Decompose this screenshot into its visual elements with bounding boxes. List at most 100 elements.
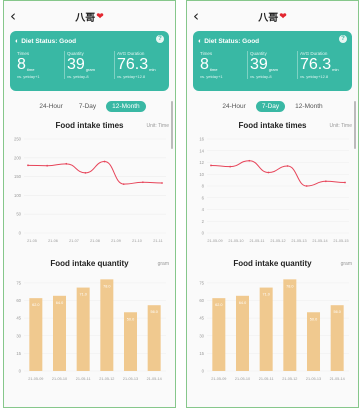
data-point: [305, 185, 308, 187]
metric-label: Quantity: [250, 51, 267, 56]
y-tick-label: 45: [199, 316, 204, 321]
metric-compare: vs. yetday+12.8: [300, 74, 329, 79]
metric-quantity: Quantity 39 gram vs. yetday-8: [64, 51, 114, 79]
metric-unit: min: [149, 67, 156, 72]
data-label: 78.0: [103, 284, 110, 288]
metric-value: 39: [250, 56, 268, 73]
moon-icon: ◐: [15, 37, 20, 45]
y-tick-label: 150: [14, 174, 22, 179]
metric-label: AVG Duration: [117, 51, 145, 56]
x-tick-label: 21-05-14: [330, 377, 345, 381]
data-point: [65, 162, 68, 165]
quantity-chart-header: Food intake quantity gram: [4, 257, 175, 271]
y-tick-label: 200: [14, 155, 22, 160]
metric-compare: vs. yetday+1: [17, 74, 40, 79]
metric-quantity: Quantity 39 gram vs. yetday-8: [247, 51, 297, 79]
data-point: [161, 182, 163, 184]
y-tick-label: 0: [19, 369, 22, 374]
period-tabs: 24-Hour 7-Day 12-Month: [187, 99, 358, 113]
x-tick-label: 21-05: [27, 239, 37, 243]
data-label: 71.0: [79, 293, 86, 297]
bar: [259, 287, 273, 371]
metric-unit: time: [209, 67, 218, 72]
quantity-chart-unit: gram: [340, 261, 352, 267]
quantity-chart-header: Food intake quantity gram: [187, 257, 358, 271]
y-tick-label: 30: [199, 333, 204, 338]
bar: [283, 279, 297, 371]
tab-24-hour[interactable]: 24-Hour: [216, 101, 251, 112]
nav-bar: ‹ 八哥 ❤: [187, 6, 358, 27]
metric-label: Times: [17, 51, 30, 56]
tab-12-month[interactable]: 12-Month: [289, 101, 328, 112]
tab-12-month[interactable]: 12-Month: [106, 100, 146, 112]
diet-status-card: ◐ Diet Status : Good ? Times 8 time vs. …: [193, 31, 352, 91]
data-point: [84, 171, 87, 174]
y-tick-label: 50: [16, 212, 21, 217]
times-chart-header: Food intake times Unit: Time: [187, 119, 358, 133]
x-tick-label: 21-07: [69, 239, 79, 243]
data-point: [122, 183, 125, 186]
x-tick-label: 21-05-14: [147, 377, 162, 381]
metric-label: AVG Duration: [300, 51, 328, 56]
scrollbar[interactable]: [171, 101, 173, 149]
data-point: [103, 160, 106, 163]
metric-value: 76.3: [117, 56, 149, 73]
y-tick-label: 6: [202, 195, 205, 200]
phone-screen-12-month: ‹ 八哥 ❤ ◐ Diet Status : Good ? Times 8 ti…: [3, 0, 176, 408]
times-chart-unit: Unit: Time: [329, 123, 352, 129]
metric-avg-duration: AVG Duration 76.3 min vs. yetday+12.8: [114, 51, 164, 79]
times-chart-header: Food intake times Unit: Time: [4, 119, 175, 133]
status-value: Good: [242, 37, 260, 45]
diet-status-card: ◐ Diet Status : Good ? Times 8 time vs. …: [10, 31, 169, 91]
help-icon[interactable]: ?: [339, 35, 347, 43]
nav-bar: ‹ 八哥 ❤: [4, 6, 175, 27]
metric-value: 76.3: [300, 56, 332, 73]
data-label: 64.0: [239, 301, 246, 305]
y-tick-label: 8: [202, 184, 205, 189]
tab-24-hour[interactable]: 24-Hour: [33, 101, 68, 112]
tab-7-day[interactable]: 7-Day: [73, 101, 102, 112]
metric-times: Times 8 time vs. yetday+1: [198, 51, 247, 79]
metric-value: 8: [200, 56, 209, 73]
metric-unit: min: [332, 67, 339, 72]
y-tick-label: 75: [199, 280, 204, 285]
x-tick-label: 21-05-15: [333, 239, 348, 243]
quantity-chart-unit: gram: [157, 261, 169, 267]
data-label: 56.0: [333, 310, 340, 314]
data-point: [229, 165, 232, 168]
y-tick-label: 16: [199, 137, 204, 142]
x-tick-label: 21-05-14: [312, 239, 327, 243]
data-point: [324, 180, 327, 183]
scrollbar[interactable]: [354, 101, 356, 149]
quantity-chart-title: Food intake quantity: [50, 259, 129, 268]
bar: [235, 295, 250, 371]
tab-7-day[interactable]: 7-Day: [255, 100, 286, 112]
y-tick-label: 15: [16, 351, 21, 356]
bar: [147, 305, 161, 371]
heart-icon: ❤: [279, 11, 287, 21]
data-label: 50.0: [127, 317, 134, 321]
help-icon[interactable]: ?: [156, 35, 164, 43]
metric-label: Quantity: [67, 51, 84, 56]
back-arrow-icon[interactable]: ‹: [10, 7, 16, 25]
food-intake-times-chart: 0 50 100 150 200 250 21-05 21-06 21-07 21-08 21-09…: [14, 137, 166, 243]
bar: [212, 298, 226, 371]
data-point: [210, 164, 212, 167]
data-label: 78.0: [286, 284, 293, 288]
y-tick-label: 10: [199, 172, 204, 177]
moon-icon: ◐: [198, 37, 203, 45]
x-tick-label: 21-11: [153, 239, 162, 243]
times-chart-unit: Unit: Time: [146, 123, 169, 129]
y-tick-label: 14: [199, 148, 204, 153]
x-tick-label: 21-05-11: [76, 377, 91, 381]
x-tick-label: 21-05-13: [123, 377, 138, 381]
back-arrow-icon[interactable]: ‹: [193, 7, 199, 25]
data-point: [248, 159, 251, 162]
metric-label: Times: [200, 51, 213, 56]
x-tick-label: 21-05-09: [211, 377, 226, 381]
x-tick-label: 21-05-12: [99, 377, 114, 381]
y-tick-label: 60: [199, 298, 204, 303]
y-tick-label: 2: [202, 219, 205, 224]
metric-value: 39: [67, 56, 85, 73]
status-value: Good: [59, 37, 77, 45]
